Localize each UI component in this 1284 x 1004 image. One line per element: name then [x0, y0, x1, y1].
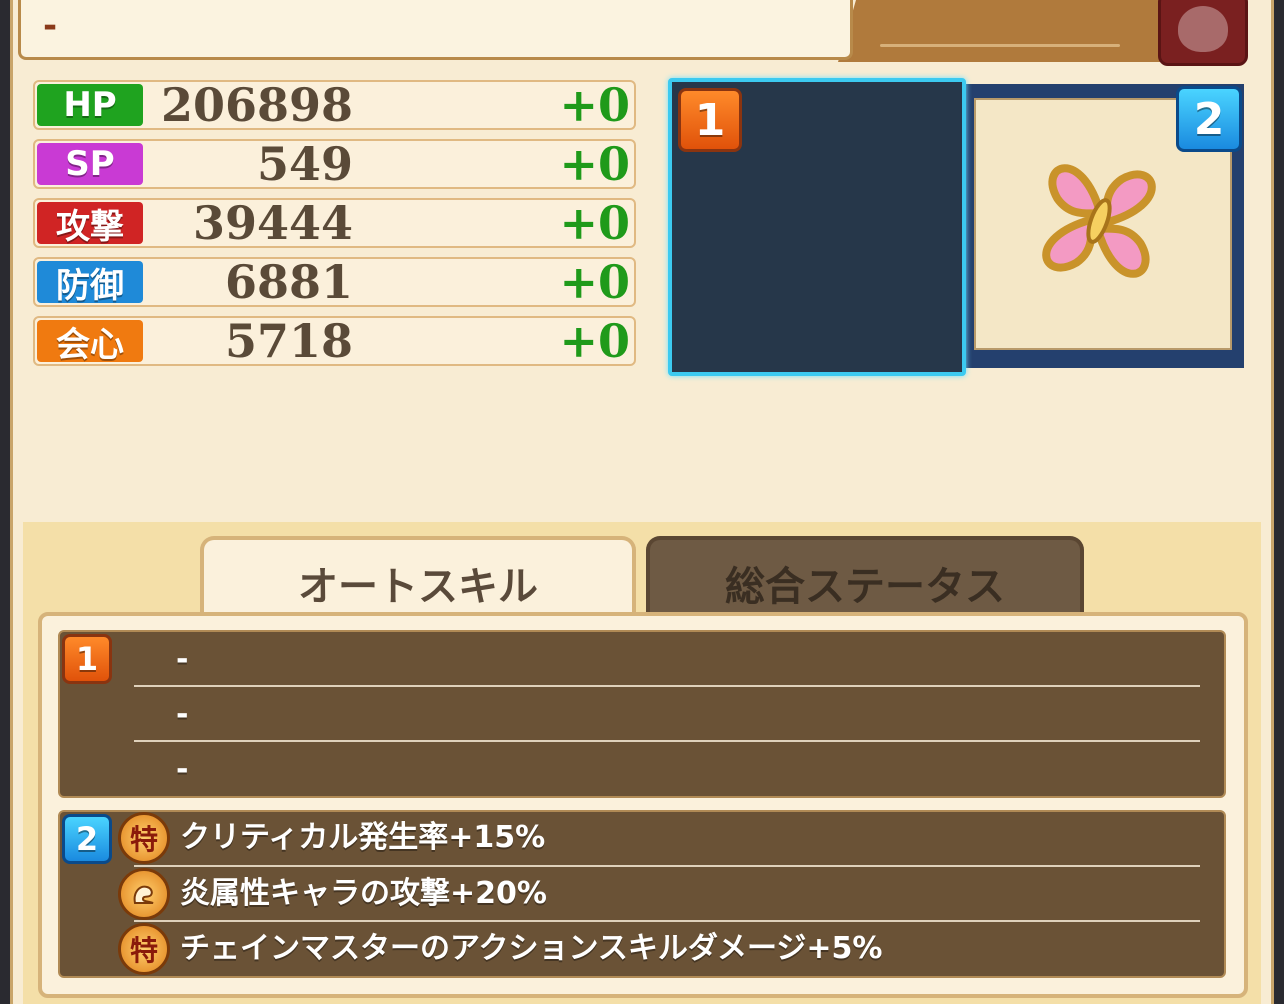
heart-icon: [1178, 6, 1228, 52]
stat-label-sp: SP: [37, 143, 143, 185]
stat-label-hp: HP: [37, 84, 143, 126]
stat-label-critical: 会心: [37, 320, 143, 365]
character-name: -: [43, 6, 58, 46]
stat-value-attack: 39444: [192, 196, 353, 250]
stat-row-defense: 防御 6881 +0: [33, 257, 636, 307]
special-skill-icon: 特: [118, 812, 170, 864]
slot-1-badge: 1: [678, 88, 742, 152]
stat-label-attack: 攻撃: [37, 202, 143, 247]
left-edge: [0, 0, 10, 1004]
skill-divider: [134, 685, 1200, 687]
skill-2-line-1: クリティカル発生率+15%: [180, 820, 546, 855]
stat-row-attack: 攻撃 39444 +0: [33, 198, 636, 248]
stat-value-critical: 5718: [224, 314, 353, 368]
equip-slot-1[interactable]: 1: [668, 78, 966, 376]
skill-group-1-badge: 1: [62, 634, 112, 684]
right-edge: [1274, 0, 1284, 1004]
stat-row-hp: HP 206898 +0: [33, 80, 636, 130]
skill-group-1: [58, 630, 1226, 798]
name-bar: -: [18, 0, 853, 60]
stat-row-critical: 会心 5718 +0: [33, 316, 636, 366]
favorite-button[interactable]: [1158, 0, 1248, 66]
special-skill-icon: 特: [118, 923, 170, 975]
skill-2-line-3: チェインマスターのアクションスキルダメージ+5%: [180, 931, 883, 966]
slot-2-badge: 2: [1176, 86, 1242, 152]
skill-group-2-badge: 2: [62, 814, 112, 864]
stat-bonus-critical: +0: [559, 314, 630, 368]
skill-2-line-2: 炎属性キャラの攻撃+20%: [180, 876, 547, 911]
muscle-arm-icon: [118, 868, 170, 920]
stat-bonus-attack: +0: [559, 196, 630, 250]
skill-divider: [134, 865, 1200, 867]
equip-slot-2[interactable]: 2: [966, 84, 1244, 368]
skill-divider: [134, 740, 1200, 742]
skill-1-line-3: -: [176, 752, 189, 787]
stat-value-sp: 549: [256, 137, 353, 191]
stat-row-sp: SP 549 +0: [33, 139, 636, 189]
skill-1-line-2: -: [176, 697, 189, 732]
stat-bonus-sp: +0: [559, 137, 630, 191]
skill-divider: [134, 920, 1200, 922]
arm-shape: [133, 885, 154, 904]
stat-value-defense: 6881: [224, 255, 353, 309]
stat-value-hp: 206898: [160, 78, 353, 132]
skill-1-line-1: -: [176, 642, 189, 677]
header-decor-line: [880, 44, 1120, 47]
stat-label-defense: 防御: [37, 261, 143, 306]
stat-bonus-hp: +0: [559, 78, 630, 132]
stat-bonus-defense: +0: [559, 255, 630, 309]
pink-clover-icon: [1042, 164, 1156, 278]
